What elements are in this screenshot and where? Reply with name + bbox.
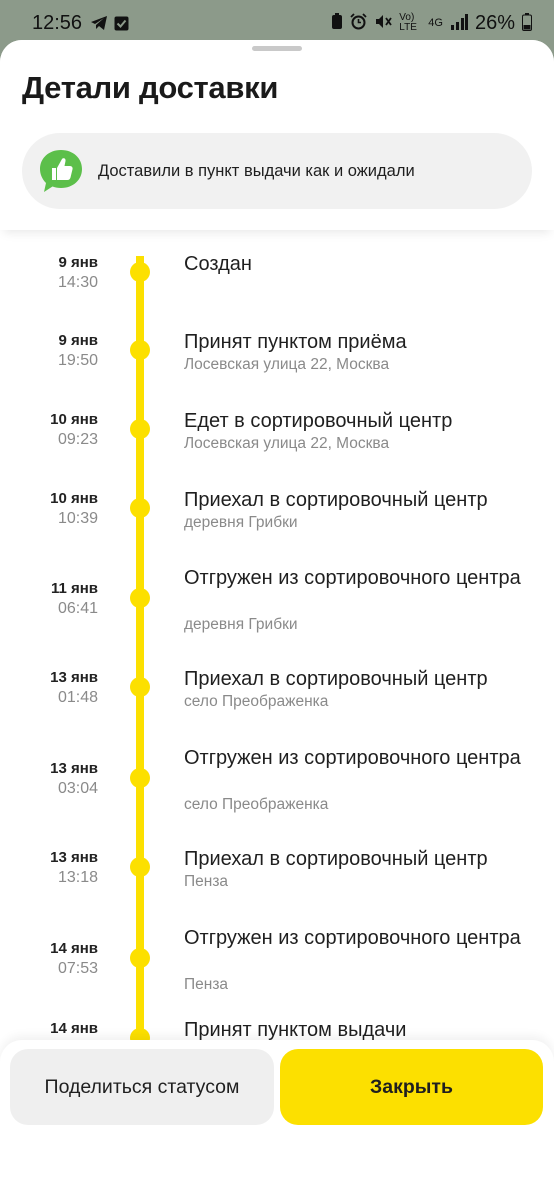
timeline-dot: [130, 948, 150, 968]
event-time: 14:30: [57, 274, 98, 291]
event-title: Отгружен из сортировочного центра: [184, 567, 521, 589]
event-time: 06:41: [57, 600, 98, 617]
event-location: деревня Грибки: [184, 616, 298, 633]
event-date: 14 янв: [50, 1020, 98, 1037]
event-title: Приехал в сортировочный центр: [184, 668, 488, 690]
action-bar: Поделиться статусом Закрыть: [0, 1040, 554, 1180]
recent-apps-icon[interactable]: [102, 1195, 142, 1200]
close-button[interactable]: Закрыть: [280, 1049, 543, 1125]
event-time: 01:48: [57, 689, 98, 706]
event-date: 14 янв: [50, 940, 98, 957]
event-title: Приехал в сортировочный центр: [184, 848, 488, 870]
back-icon[interactable]: [412, 1195, 452, 1200]
screen: 12:56 Vo) LTE 4G 26% Детали доставки Дос…: [0, 0, 554, 1200]
event-title: Создан: [184, 253, 252, 275]
event-title: Приехал в сортировочный центр: [184, 489, 488, 511]
event-location: село Преображенка: [184, 796, 329, 813]
event-date: 13 янв: [50, 760, 98, 777]
event-date: 10 янв: [50, 411, 98, 428]
timeline-dot: [130, 588, 150, 608]
delivery-notice: Доставили в пункт выдачи как и ожидали: [22, 133, 532, 209]
event-time: 10:39: [57, 510, 98, 527]
check-square-icon: [114, 16, 129, 31]
event-time: 13:18: [57, 869, 98, 886]
timeline-dot: [130, 340, 150, 360]
event-date: 9 янв: [58, 332, 98, 349]
status-time: 12:56: [32, 11, 83, 34]
event-location: Лосевская улица 22, Москва: [184, 435, 390, 452]
event-time: 19:50: [57, 352, 98, 369]
event-date: 10 янв: [50, 490, 98, 507]
event-date: 13 янв: [50, 669, 98, 686]
delivery-details-sheet: Детали доставки Доставили в пункт выдачи…: [0, 40, 554, 1200]
battery-icon: [522, 12, 532, 34]
timeline-dot: [130, 857, 150, 877]
event-location: село Преображенка: [184, 693, 329, 710]
event-date: 13 янв: [50, 849, 98, 866]
event-location: деревня Грибки: [184, 514, 298, 531]
timeline-dot: [130, 262, 150, 282]
share-status-button[interactable]: Поделиться статусом: [10, 1049, 274, 1125]
mute-icon: [374, 13, 393, 33]
event-location: Лосевская улица 22, Москва: [184, 356, 390, 373]
event-location: Пенза: [184, 976, 229, 993]
battery-saver-icon: [331, 13, 343, 33]
event-title: Едет в сортировочный центр: [184, 410, 453, 432]
signal-icon: [450, 13, 468, 33]
event-title: Отгружен из сортировочного центра: [184, 747, 521, 769]
timeline-dot: [130, 498, 150, 518]
event-date: 9 янв: [58, 254, 98, 271]
timeline-line: [136, 256, 144, 1050]
event-location: Пенза: [184, 873, 229, 890]
event-date: 11 янв: [50, 580, 98, 597]
timeline-dot: [130, 677, 150, 697]
page-title: Детали доставки: [22, 70, 279, 105]
event-title: Отгружен из сортировочного центра: [184, 927, 521, 949]
tracking-timeline[interactable]: 9 янв 14:30 Создан 9 янв 19:50 Принят пу…: [0, 230, 554, 1050]
status-icons: Vo) LTE 4G 26%: [331, 12, 532, 35]
battery-percent: 26%: [474, 11, 515, 34]
timeline-dot: [130, 768, 150, 788]
event-time: 09:23: [57, 431, 98, 448]
network-label: Vo) LTE: [399, 12, 417, 33]
event-title: Принят пунктом выдачи: [184, 1019, 407, 1041]
thumbs-up-icon: [36, 146, 86, 196]
system-nav-bar: [0, 1180, 554, 1200]
event-time: 03:04: [57, 780, 98, 797]
telegram-icon: [90, 15, 108, 31]
event-time: 07:53: [57, 960, 98, 977]
timeline-dot: [130, 419, 150, 439]
alarm-icon: [350, 13, 367, 33]
home-icon[interactable]: [257, 1195, 297, 1200]
event-title: Принят пунктом приёма: [184, 331, 407, 353]
sheet-header: Детали доставки Доставили в пункт выдачи…: [0, 40, 554, 230]
notice-text: Доставили в пункт выдачи как и ожидали: [98, 161, 415, 180]
signal-label: 4G: [428, 17, 443, 29]
drag-handle[interactable]: [252, 46, 302, 51]
